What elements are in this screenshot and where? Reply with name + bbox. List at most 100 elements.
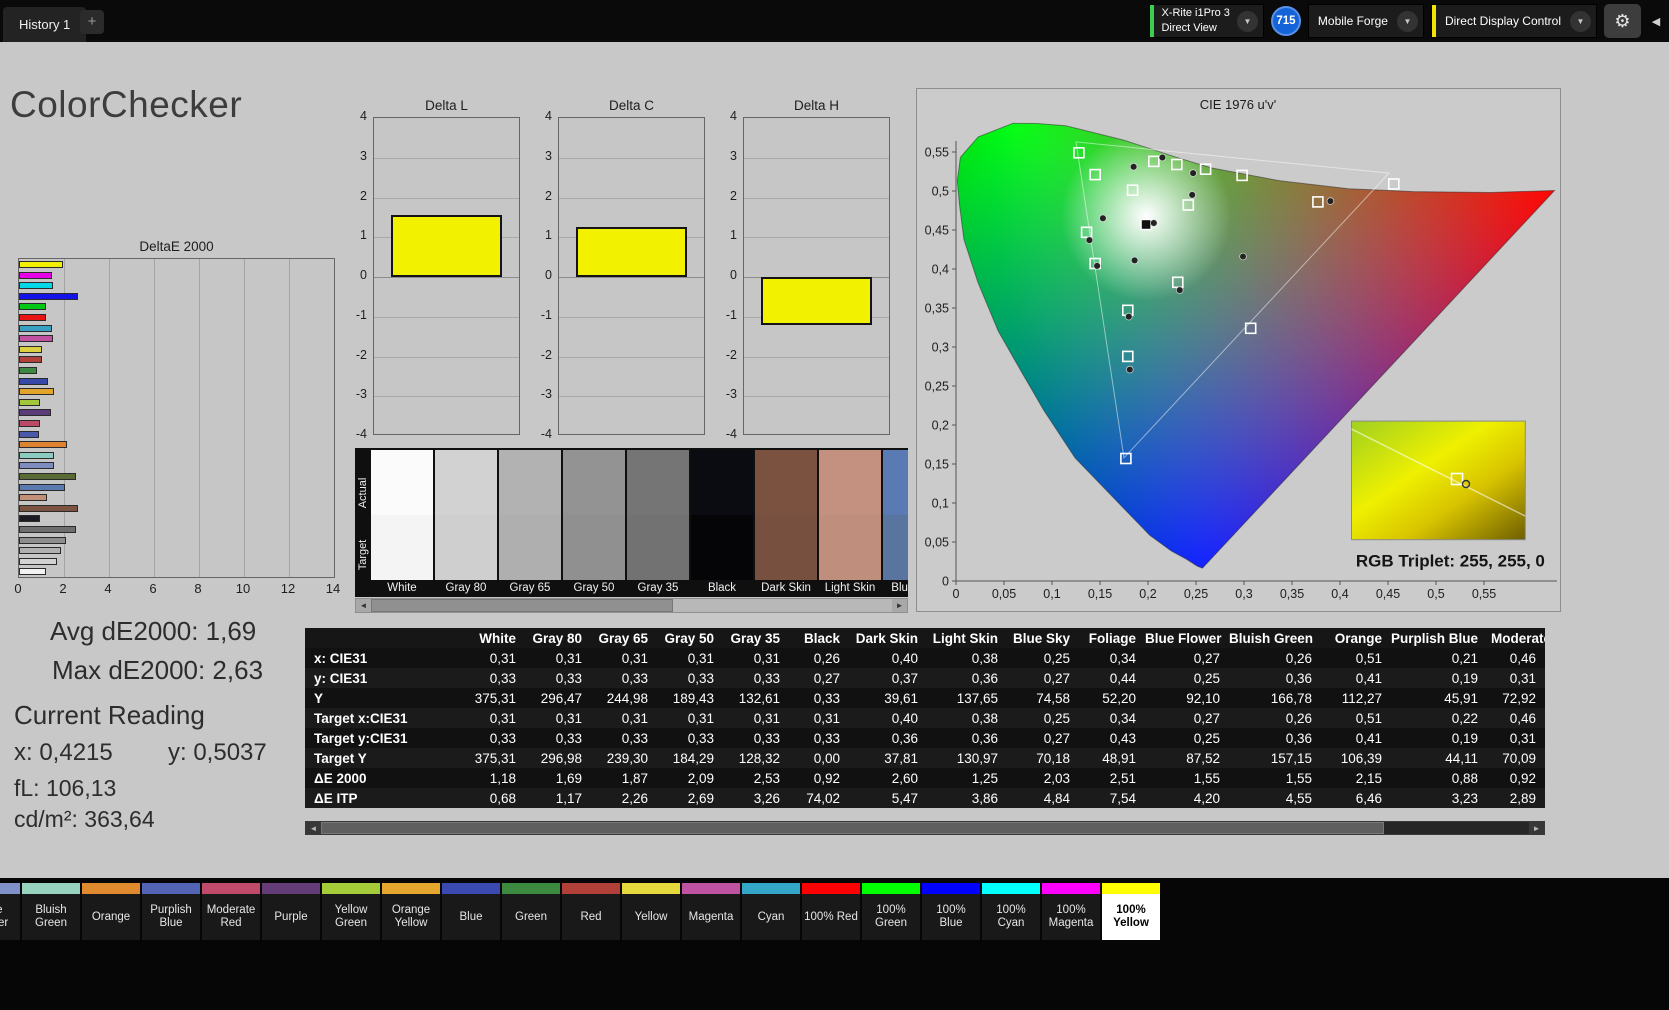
patch-name-label: Gray 80	[445, 582, 487, 594]
patch-actual-swatch	[691, 450, 753, 515]
table-cell: 0,51	[1355, 650, 1382, 666]
table-cell: 0,27	[813, 670, 840, 686]
delta-axis-tick: 1	[730, 228, 737, 243]
current-y-value: y: 0,5037	[168, 739, 267, 766]
patch-button-bluish-green[interactable]: Bluish Green	[22, 883, 80, 940]
table-cell: 2,69	[687, 790, 714, 806]
workflow-dropdown[interactable]: Mobile Forge ▼	[1307, 4, 1424, 38]
delta-gridline	[374, 157, 519, 159]
patch-color-swatch	[1042, 883, 1100, 894]
scroll-right-arrow[interactable]: ►	[1529, 822, 1544, 834]
patch-name-label: White	[387, 582, 417, 594]
meter-count-badge[interactable]: 715	[1270, 6, 1301, 36]
de-chart-x-axis: 0 2 4 6 8 10 12 14	[0, 581, 380, 597]
cie-measured-point	[1150, 219, 1158, 227]
tab-history-1[interactable]: History 1	[3, 7, 87, 42]
delta-axis-tick: -4	[725, 427, 737, 441]
add-tab-button[interactable]: +	[80, 10, 104, 34]
measurement-data-table: White Gray 80 Gray 65 Gray 50 Gray 35 Black Da…	[305, 628, 1545, 808]
scroll-left-arrow[interactable]: ◄	[306, 822, 321, 834]
delta-axis-tick: -1	[725, 307, 737, 322]
svg-text:0,45: 0,45	[1376, 587, 1400, 601]
patch-button-magenta[interactable]: Magenta	[682, 883, 740, 940]
scrollbar-track[interactable]	[321, 822, 1529, 834]
scroll-right-arrow[interactable]: ►	[892, 599, 907, 612]
meter-dropdown[interactable]: X-Rite i1Pro 3 Direct View ▼	[1149, 4, 1264, 38]
patch-button-100-cyan[interactable]: 100% Cyan	[982, 883, 1040, 940]
patch-button-cyan[interactable]: Cyan	[742, 883, 800, 940]
table-cell: 7,54	[1109, 790, 1136, 806]
patch-color-swatch	[502, 883, 560, 894]
svg-text:0,05: 0,05	[992, 587, 1016, 601]
patch-button-100-green[interactable]: 100% Green	[862, 883, 920, 940]
patch-button-purplish-blue[interactable]: Purplish Blue	[142, 883, 200, 940]
workflow-label: Mobile Forge	[1317, 14, 1388, 28]
patch-comparison-strip: Actual Target White Gray 80 Gray 65 Gray 50…	[355, 448, 908, 597]
scrollbar-track[interactable]	[371, 599, 892, 612]
table-cell: 0,31	[1509, 670, 1536, 686]
display-control-dropdown[interactable]: Direct Display Control ▼	[1430, 4, 1597, 38]
table-cell: 0,33	[687, 670, 714, 686]
table-cell: 0,19	[1451, 670, 1478, 686]
table-cell: 0,34	[1109, 710, 1136, 726]
cie-diagram: CIE 1976 u'v' 0 0,05 0,1 0,15 0,2 0,25 0,3 0,35 0…	[917, 89, 1560, 611]
patch-button-100-red[interactable]: 100% Red	[802, 883, 860, 940]
table-cell: 0,92	[813, 770, 840, 786]
delta-axis-tick: 4	[545, 109, 552, 123]
patch-button-orange-yellow[interactable]: Orange Yellow	[382, 883, 440, 940]
patch-button-orange[interactable]: Orange	[82, 883, 140, 940]
delta-axis-tick: -2	[355, 347, 367, 362]
table-cell: 2,15	[1355, 770, 1382, 786]
row-label--e-2000: ΔE 2000	[314, 770, 367, 786]
patch-button-label: 100% Yellow	[1113, 904, 1149, 929]
patch-button-yellow[interactable]: Yellow	[622, 883, 680, 940]
cie-measured-point	[1130, 256, 1139, 265]
row-label-target-y: Target Y	[314, 750, 367, 766]
display-control-label: Direct Display Control	[1444, 14, 1561, 28]
table-cell: 0,33	[489, 670, 516, 686]
patch-button-100-blue[interactable]: 100% Blue	[922, 883, 980, 940]
de-bar-bluish-green	[19, 451, 54, 459]
patch-button-label: Bluish Green	[35, 904, 67, 929]
patch-button-purple[interactable]: Purple	[262, 883, 320, 940]
de-bar-gray-35	[19, 526, 76, 533]
table-row: Target y:CIE31 0,33 0,33 0,33 0,33 0,33 0,33 0,…	[305, 728, 1545, 748]
de-bar-white	[19, 568, 46, 576]
delta-axis-tick: 2	[545, 188, 552, 203]
patch-button-moderate-red[interactable]: Moderate Red	[202, 883, 260, 940]
patch-column-light-skin: Light Skin	[819, 450, 881, 597]
collapse-panel-button[interactable]: ◀	[1648, 4, 1664, 38]
table-row: Y 375,31 296,47 244,98 189,43 132,61 0,33 39,61…	[305, 688, 1545, 708]
de-bar-cyan	[19, 324, 52, 332]
table-cell: 0,38	[971, 650, 998, 666]
scroll-left-arrow[interactable]: ◄	[356, 599, 371, 612]
column-header-light-skin: Light Skin	[932, 630, 998, 646]
table-cell: 0,31	[753, 650, 780, 666]
patch-button-blue-flower[interactable]: Blue Flower	[0, 883, 20, 940]
patch-button-100-magenta[interactable]: 100% Magenta	[1042, 883, 1100, 940]
table-cell: 6,46	[1355, 790, 1382, 806]
table-cell: 132,61	[738, 690, 780, 706]
table-cell: 130,97	[956, 750, 998, 766]
table-scrollbar[interactable]: ◄ ►	[305, 821, 1545, 835]
delta-axis-tick: -2	[725, 347, 737, 362]
de-axis-tick: 4	[104, 581, 112, 596]
delta-axis-tick: 4	[360, 109, 367, 123]
row-label-target-x-cie31: Target x:CIE31	[314, 710, 408, 726]
patch-button-red[interactable]: Red	[562, 883, 620, 940]
patch-strip-scrollbar[interactable]: ◄ ►	[355, 598, 908, 613]
patch-button-100-yellow[interactable]: 100% Yellow	[1102, 883, 1160, 940]
target-row-label: Target	[357, 539, 369, 571]
strip-patches: White Gray 80 Gray 65 Gray 50 Gray 35 Black Da…	[370, 448, 908, 597]
scrollbar-thumb[interactable]	[371, 599, 674, 612]
patch-button-label: 100% Magenta	[1048, 904, 1094, 929]
cie-diagram-panel: CIE 1976 u'v' 0 0,05 0,1 0,15 0,2 0,25 0,3 0,35 0…	[916, 88, 1561, 612]
svg-text:0,3: 0,3	[1235, 587, 1252, 601]
patch-button-green[interactable]: Green	[502, 883, 560, 940]
scrollbar-thumb[interactable]	[321, 822, 1385, 834]
patch-actual-swatch	[755, 450, 817, 515]
de-gridline	[154, 259, 155, 577]
settings-gear-button[interactable]: ⚙	[1604, 4, 1641, 38]
patch-button-blue[interactable]: Blue	[442, 883, 500, 940]
patch-button-yellow-green[interactable]: Yellow Green	[322, 883, 380, 940]
